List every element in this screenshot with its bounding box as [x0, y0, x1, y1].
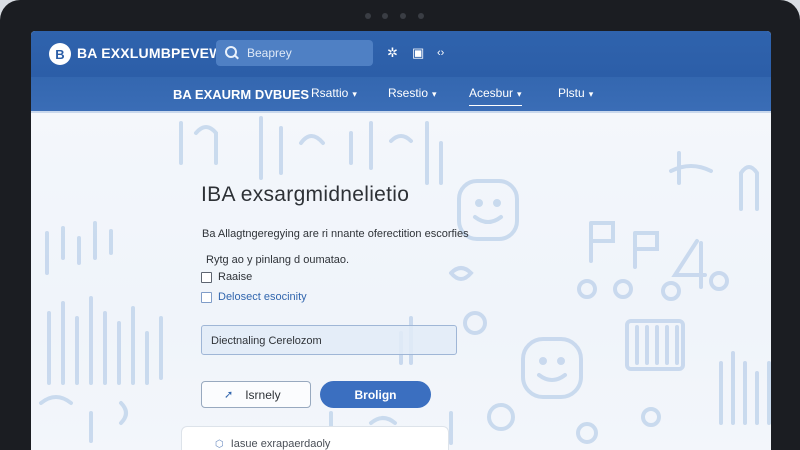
camera-dot	[382, 13, 388, 19]
secondary-button-label: Isrnely	[245, 387, 281, 402]
nav-bar: BA EXAURM DVBUES Rsattio ▾ Rsestio ▾ Acesb…	[31, 77, 771, 113]
app-logo[interactable]: B	[49, 43, 71, 65]
card-item[interactable]: ⬡ Iasue exrapaerdaoly	[215, 438, 330, 450]
camera-dot	[418, 13, 424, 19]
app-header: B BA EXXLUMBPEVEW ✲ ▣ ‹›	[31, 31, 771, 77]
page-title: IBA exsargmidnelietio	[201, 183, 410, 206]
camera-dot	[365, 13, 371, 19]
chevron-down-icon: ▾	[432, 89, 437, 99]
send-icon: ➚	[224, 389, 234, 401]
search-box[interactable]	[216, 40, 373, 66]
nav-item-acesbur[interactable]: Acesbur ▾	[469, 86, 522, 106]
main-content: IBA exsargmidnelietio Ba Allagtngeregyin…	[31, 113, 771, 450]
gear-icon[interactable]: ✲	[387, 45, 398, 61]
search-input[interactable]	[245, 45, 369, 61]
code-icon[interactable]: ‹›	[437, 45, 444, 61]
option-delosect[interactable]: Delosect esocinity	[201, 291, 307, 303]
search-icon	[225, 46, 239, 60]
checkbox[interactable]	[201, 271, 212, 283]
text-field[interactable]: Diectnaling Cerelozom	[201, 325, 457, 355]
nav-item-rsestio[interactable]: Rsestio ▾	[388, 86, 437, 100]
screen: B BA EXXLUMBPEVEW ✲ ▣ ‹› BA EXAURM DVBUE…	[31, 31, 771, 450]
card-item-label: Iasue exrapaerdaoly	[230, 438, 331, 450]
nav-item-label: Rsattio	[311, 86, 349, 100]
nav-item-plstu[interactable]: Plstu ▾	[558, 86, 593, 100]
option-raaise[interactable]: Raaise	[201, 271, 252, 283]
nav-title[interactable]: BA EXAURM DVBUES	[173, 87, 309, 102]
hexagon-icon: ⬡	[215, 438, 224, 450]
app-title: BA EXXLUMBPEVEW	[77, 45, 223, 61]
nav-item-rsattio[interactable]: Rsattio ▾	[311, 86, 357, 100]
chevron-down-icon: ▾	[517, 89, 522, 99]
checkbox[interactable]	[201, 291, 212, 303]
option-label: Raaise	[218, 271, 253, 283]
option-label: Delosect esocinity	[218, 291, 307, 303]
device-frame: B BA EXXLUMBPEVEW ✲ ▣ ‹› BA EXAURM DVBUE…	[0, 0, 800, 450]
nav-item-label: Acesbur	[469, 86, 514, 100]
nav-item-label: Rsestio	[388, 86, 429, 100]
chevron-down-icon: ▾	[352, 89, 357, 99]
secondary-button[interactable]: ➚ Isrnely	[201, 381, 311, 408]
nav-item-label: Plstu	[558, 86, 585, 100]
chevron-down-icon: ▾	[588, 89, 594, 99]
camera-lens	[400, 13, 406, 19]
page-subtitle: Ba Allagtngeregying are ri nnante oferec…	[202, 228, 469, 240]
clipboard-icon[interactable]: ▣	[412, 45, 424, 61]
question-label: Rytg ao y pinlang d oumatao.	[206, 254, 350, 266]
primary-button[interactable]: Brolign	[320, 381, 431, 408]
